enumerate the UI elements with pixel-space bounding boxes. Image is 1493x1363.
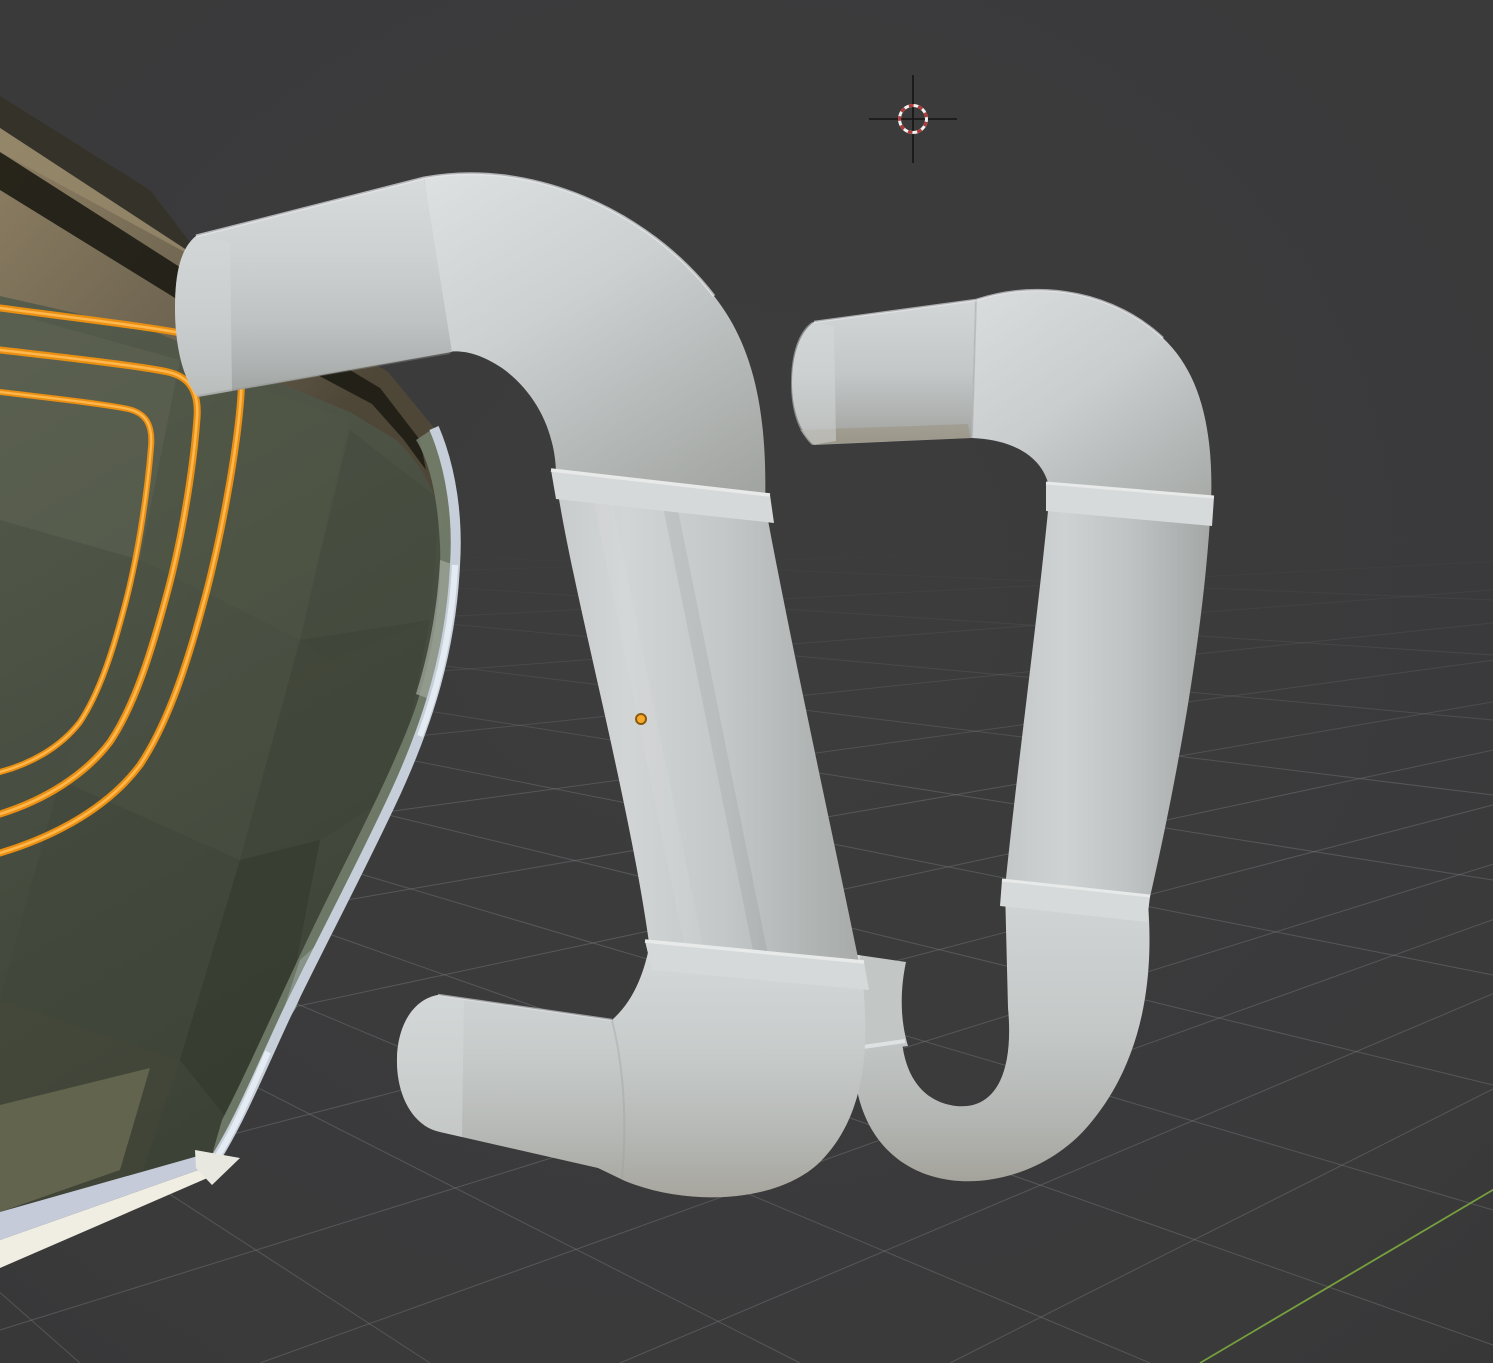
object-origin-point[interactable] (636, 714, 646, 724)
viewport-3d[interactable] (0, 0, 1493, 1363)
viewport-canvas[interactable] (0, 0, 1493, 1363)
